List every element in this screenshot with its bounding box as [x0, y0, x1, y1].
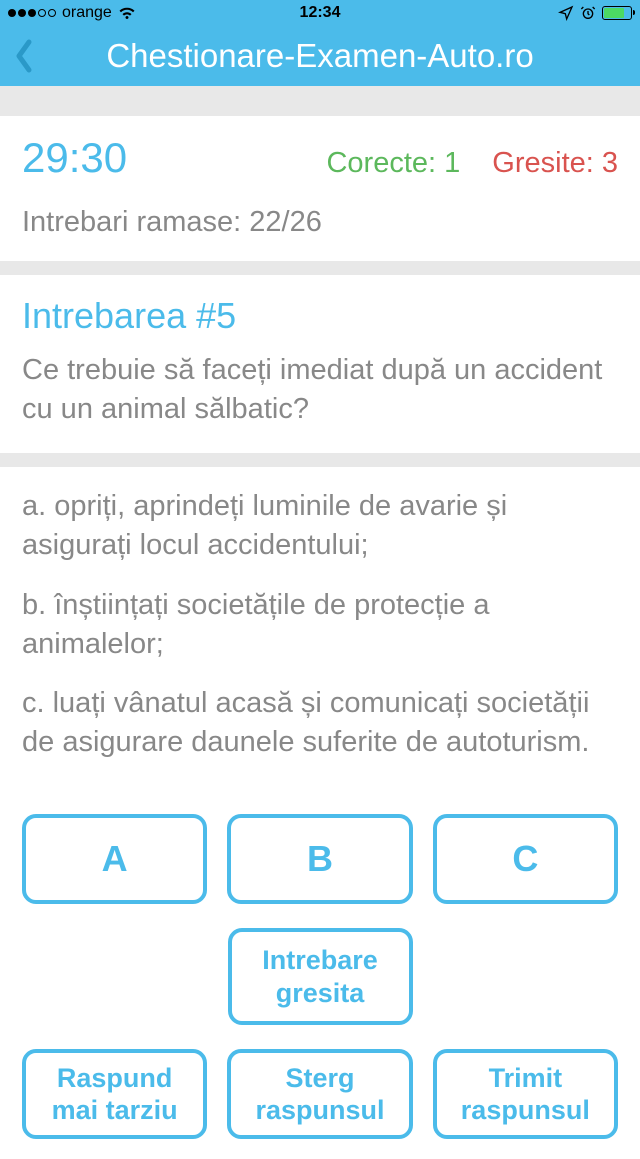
- answer-later-button[interactable]: Raspund mai tarziu: [22, 1049, 207, 1139]
- wifi-icon: [118, 4, 136, 22]
- choice-b-button[interactable]: B: [227, 814, 412, 904]
- location-icon: [558, 5, 574, 21]
- answer-option-a: a. opriți, aprindeți luminile de avarie …: [22, 487, 618, 565]
- app-header: Chestionare-Examen-Auto.ro: [0, 26, 640, 86]
- answers-card: a. opriți, aprindeți luminile de avarie …: [0, 467, 640, 792]
- choice-c-button[interactable]: C: [433, 814, 618, 904]
- question-number: Intrebarea #5: [22, 295, 618, 337]
- wrong-count: Gresite: 3: [492, 147, 618, 180]
- quiz-status-card: 29:30 Corecte: 1 Gresite: 3 Intrebari ra…: [0, 116, 640, 261]
- status-right: [558, 5, 632, 21]
- alarm-icon: [580, 5, 596, 21]
- question-card: Intrebarea #5 Ce trebuie să faceți imedi…: [0, 275, 640, 453]
- page-title: Chestionare-Examen-Auto.ro: [106, 37, 533, 75]
- battery-icon: [602, 6, 632, 20]
- answer-option-c: c. luați vânatul acasă și comunicați soc…: [22, 684, 618, 762]
- signal-strength-icon: [8, 9, 56, 17]
- clear-answer-button[interactable]: Sterg raspunsul: [227, 1049, 412, 1139]
- status-time: 12:34: [300, 4, 341, 22]
- status-bar: orange 12:34: [0, 0, 640, 26]
- status-left: orange: [8, 4, 136, 22]
- correct-count: Corecte: 1: [326, 147, 460, 180]
- remaining-questions: Intrebari ramase: 22/26: [22, 206, 618, 239]
- submit-answer-button[interactable]: Trimit raspunsul: [433, 1049, 618, 1139]
- carrier-label: orange: [62, 4, 112, 22]
- wrong-question-button[interactable]: Intrebare gresita: [228, 928, 413, 1025]
- button-area: A B C Intrebare gresita Raspund mai tarz…: [0, 792, 640, 1159]
- choice-a-button[interactable]: A: [22, 814, 207, 904]
- timer-label: 29:30: [22, 134, 127, 182]
- back-button[interactable]: [12, 36, 36, 76]
- question-text: Ce trebuie să faceți imediat după un acc…: [22, 351, 618, 429]
- answer-option-b: b. înștiințați societățile de protecție …: [22, 586, 618, 664]
